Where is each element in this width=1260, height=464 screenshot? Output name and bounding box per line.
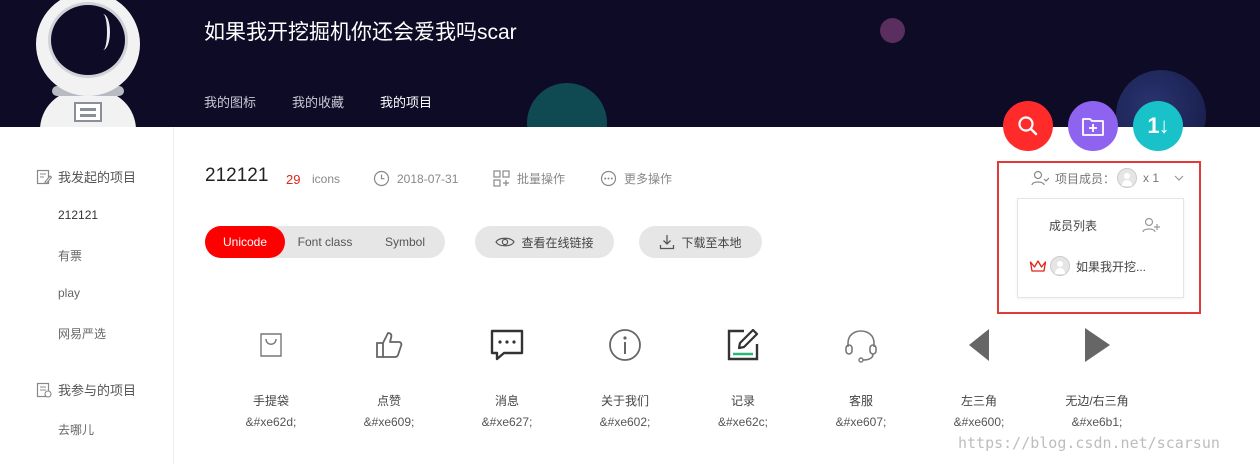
sidebar-item-play[interactable]: play [58,286,80,300]
message-icon [490,329,524,361]
icon-count: 29 [286,172,301,187]
icon-code: &#xe6b1; [1071,415,1123,429]
icon-code: &#xe609; [363,415,415,429]
tab-my-favorites[interactable]: 我的收藏 [292,92,344,127]
batch-operation-label: 批量操作 [517,172,566,186]
icon-card[interactable]: 无边/右三角 &#xe6b1; [1042,322,1152,429]
search-icon [1018,116,1038,136]
search-button[interactable] [1003,101,1053,151]
tab-my-projects[interactable]: 我的项目 [380,92,432,127]
project-date-text: 2018-07-31 [397,171,459,186]
icon-card[interactable]: 点赞 &#xe609; [334,322,444,429]
download-label: 下载至本地 [681,235,742,250]
headset-icon [845,330,877,363]
icon-code: &#xe600; [953,415,1005,429]
member-avatar [1050,256,1070,276]
format-switch: Unicode Font class Symbol [205,226,445,258]
icon-count-unit: icons [312,172,341,186]
edit-document-icon [36,169,52,184]
project-name: 212121 [205,165,269,186]
user-name-title: 如果我开挖掘机你还会爱我吗scar [204,21,517,44]
icon-code: &#xe627; [481,415,533,429]
icon-name: 左三角 [960,394,997,408]
add-folder-button[interactable] [1068,101,1118,151]
decor-orb [527,83,607,127]
sidebar-heading-label: 我参与的项目 [58,383,137,398]
view-online-label: 查看在线链接 [521,235,594,250]
watermark: https://blog.csdn.net/scarsun [958,434,1220,452]
icon-name: 手提袋 [252,394,289,408]
profile-tabs: 我的图标 我的收藏 我的项目 [204,92,468,127]
tab-my-icons[interactable]: 我的图标 [204,92,256,127]
info-icon [609,329,641,361]
icon-name: 客服 [848,394,873,408]
icon-card[interactable]: 客服 &#xe607; [806,322,916,429]
format-symbol[interactable]: Symbol [365,226,445,258]
member-name: 如果我开挖... [1076,259,1147,274]
member-icon [1031,170,1049,186]
top-header: 如果我开挖掘机你还会爱我吗scar 我的图标 我的收藏 我的项目 [0,0,1260,127]
icon-code: &#xe602; [599,415,651,429]
thumbs-up-icon [376,332,403,358]
sort-button[interactable]: 1↓ [1133,101,1183,151]
icon-card[interactable]: 消息 &#xe627; [452,322,562,429]
sort-label: 1↓ [1147,113,1169,138]
project-date: 2018-07-31 [373,170,458,187]
icon-card[interactable]: 左三角 &#xe600; [924,322,1034,429]
sidebar-item-qunar[interactable]: 去哪儿 [58,421,94,438]
icon-code: &#xe62d; [245,415,297,429]
batch-operation-button[interactable]: 批量操作 [493,170,565,187]
more-operation-label: 更多操作 [624,172,673,186]
member-count: x 1 [1143,171,1160,185]
grid-icon [493,170,510,187]
icon-code: &#xe607; [835,415,887,429]
sidebar-heading-joined: 我参与的项目 [36,380,136,399]
sidebar-heading-created: 我发起的项目 [36,167,136,186]
sidebar-heading-label: 我发起的项目 [58,170,137,185]
view-online-link-button[interactable]: 查看在线链接 [475,226,614,258]
icon-name: 消息 [494,394,519,408]
project-members-toggle[interactable]: 项目成员： x 1 [1031,168,1185,188]
member-list-item[interactable]: 如果我开挖... [1029,256,1146,276]
triangle-left-icon [969,329,989,361]
download-button[interactable]: 下载至本地 [639,226,762,258]
joined-document-icon [36,382,52,398]
sidebar-item-youpiao[interactable]: 有票 [58,247,82,264]
chevron-down-icon [1174,175,1184,181]
crown-icon [1029,260,1047,272]
icon-name: 点赞 [376,394,401,408]
member-list-dropdown: 成员列表 如果我开挖... [1017,198,1184,298]
member-avatar [1117,168,1138,188]
format-font-class[interactable]: Font class [285,226,365,258]
sidebar-item-212121[interactable]: 212121 [58,208,98,222]
add-member-button[interactable] [1142,216,1162,239]
download-icon [660,235,675,250]
icon-card[interactable]: 手提袋 &#xe62d; [216,322,326,429]
icon-name: 无边/右三角 [1065,394,1129,408]
icon-card[interactable]: 记录 &#xe62c; [688,322,798,429]
decor-orb [880,18,905,43]
triangle-right-icon [1085,328,1110,362]
more-operation-button[interactable]: 更多操作 [600,170,672,187]
record-edit-icon [727,328,759,361]
more-dots-icon [600,170,617,187]
add-member-icon [1142,217,1160,233]
project-members-label: 项目成员： [1055,171,1116,186]
add-folder-icon [1082,118,1104,136]
shopping-bag-icon [260,333,282,357]
icon-name: 关于我们 [600,394,649,408]
icon-name: 记录 [730,394,755,408]
eye-icon [495,237,516,247]
user-avatar[interactable] [36,0,140,127]
format-unicode[interactable]: Unicode [205,226,285,258]
icon-card[interactable]: 关于我们 &#xe602; [570,322,680,429]
sidebar-item-wangyi-yanxuan[interactable]: 网易严选 [58,325,106,342]
member-list-title: 成员列表 [1049,219,1098,233]
clock-icon [373,170,390,187]
icon-code: &#xe62c; [717,415,769,429]
